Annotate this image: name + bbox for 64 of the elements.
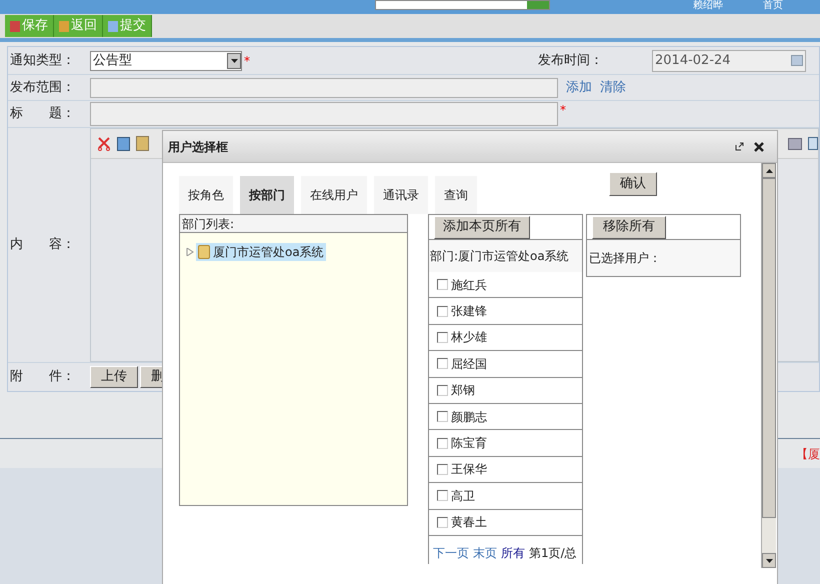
dialog-tab[interactable]: 按角色: [179, 176, 233, 214]
field-label: 发布时间：: [538, 52, 604, 70]
type-select[interactable]: 公告型: [90, 50, 242, 70]
dialog-tab[interactable]: 按部门: [240, 176, 294, 214]
checkbox[interactable]: [437, 384, 448, 396]
top-select[interactable]: [375, 0, 550, 10]
field-label: 发布范围：: [9, 78, 76, 97]
scroll-thumb[interactable]: [762, 178, 776, 518]
user-row[interactable]: 施红兵: [429, 272, 582, 298]
cut-icon[interactable]: [97, 136, 111, 150]
checkbox[interactable]: [437, 438, 448, 449]
checkbox[interactable]: [437, 464, 448, 475]
selected-caption: 已选择用户：: [587, 240, 740, 276]
user-row[interactable]: 林少雄: [429, 324, 582, 352]
text-link[interactable]: 清除: [600, 78, 626, 98]
confirm-button[interactable]: 确认: [609, 172, 657, 196]
remove-all-button[interactable]: 移除所有: [592, 216, 666, 238]
folder-icon: [198, 245, 210, 259]
add-all-button[interactable]: 添加本页所有: [434, 216, 530, 238]
dialog-title: 用户选择框: [168, 138, 228, 156]
scroll-down-icon[interactable]: [762, 553, 776, 568]
checkbox[interactable]: [437, 306, 448, 317]
popout-icon[interactable]: [735, 142, 744, 151]
field-label: 通知类型：: [9, 52, 76, 70]
scroll-up-icon[interactable]: [762, 163, 776, 178]
user-row[interactable]: 屈经国: [429, 351, 582, 378]
user-row[interactable]: 颜鹏志: [429, 404, 582, 430]
required-mark: *: [244, 52, 250, 70]
checkbox[interactable]: [437, 490, 448, 502]
text-link[interactable]: 添加: [566, 78, 592, 98]
dialog-tab[interactable]: 查询: [435, 176, 477, 214]
required-mark: *: [560, 102, 566, 119]
pager-link[interactable]: 所有: [501, 544, 525, 562]
close-icon[interactable]: [754, 142, 764, 152]
page-info: 第1页/总: [529, 544, 577, 562]
checkbox[interactable]: [437, 332, 448, 343]
dept-caption: 部门:厦门市运管处oa系统: [429, 240, 582, 272]
user-row[interactable]: 郑钢: [429, 378, 582, 404]
user-name: 赖绍晔: [693, 0, 723, 11]
field-label: 附 件：: [9, 368, 76, 386]
scrollbar[interactable]: [761, 163, 776, 568]
user-row[interactable]: 黄春土: [429, 510, 582, 536]
attach-button[interactable]: 上传: [90, 366, 138, 388]
title-field[interactable]: [90, 102, 558, 126]
notice-text: 【厦: [796, 446, 820, 462]
checkbox[interactable]: [437, 516, 448, 528]
scope-field[interactable]: [90, 78, 558, 98]
user-row[interactable]: 王保华: [429, 456, 582, 484]
tree-toggle-icon[interactable]: [186, 248, 194, 256]
panel-header: 部门列表:: [180, 215, 407, 233]
checkbox[interactable]: [437, 411, 448, 422]
date-field[interactable]: 2014-02-24: [652, 50, 806, 72]
user-row[interactable]: 陈宝育: [429, 430, 582, 457]
pager-link[interactable]: 下一页: [433, 544, 469, 562]
field-label: 标 题：: [9, 105, 76, 124]
pager-link[interactable]: 末页: [473, 544, 497, 562]
field-label: 内 容：: [9, 236, 76, 254]
user-row[interactable]: 高卫: [429, 483, 582, 510]
checkbox[interactable]: [437, 279, 448, 290]
dialog-tab[interactable]: 在线用户: [301, 176, 367, 214]
dialog-tab[interactable]: 通讯录: [374, 176, 428, 214]
tree-node[interactable]: 厦门市运管处oa系统: [196, 243, 326, 261]
checkbox[interactable]: [437, 358, 448, 370]
user-row[interactable]: 张建锋: [429, 298, 582, 325]
